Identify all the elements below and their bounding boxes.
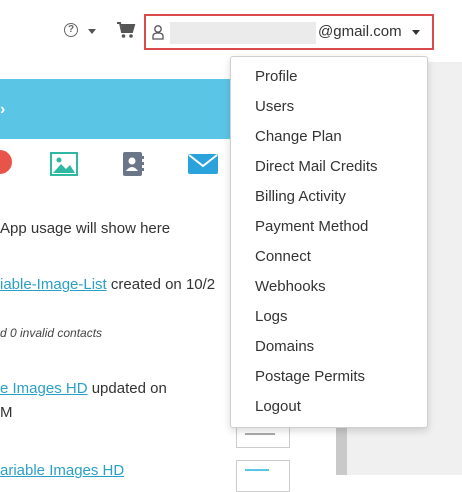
cart-icon[interactable] — [116, 21, 136, 39]
menu-item-logout[interactable]: Logout — [255, 398, 301, 415]
thumbnail-preview-2[interactable] — [236, 460, 290, 492]
activity-item-1: iable-Image-List created on 10/2 — [0, 276, 215, 293]
menu-item-direct-mail-credits[interactable]: Direct Mail Credits — [255, 158, 378, 175]
email-domain: @gmail.com — [318, 23, 402, 40]
menu-item-billing-activity[interactable]: Billing Activity — [255, 188, 346, 205]
menu-item-connect[interactable]: Connect — [255, 248, 311, 265]
activity-item-3: ariable Images HD — [0, 462, 124, 479]
account-dropdown-menu: Profile Users Change Plan Direct Mail Cr… — [230, 56, 428, 428]
mail-icon[interactable] — [188, 154, 218, 174]
account-menu-button[interactable]: @gmail.com — [144, 14, 434, 50]
activity-desc-2: updated on — [87, 380, 167, 397]
activity-link-1[interactable]: iable-Image-List — [0, 276, 107, 293]
activity-desc-1: created on 10/2 — [106, 276, 216, 293]
user-icon — [152, 25, 164, 40]
account-caret-icon — [412, 30, 420, 35]
menu-item-domains[interactable]: Domains — [255, 338, 314, 355]
help-icon[interactable]: ? — [64, 23, 78, 37]
menu-item-users[interactable]: Users — [255, 98, 294, 115]
activity-link-3[interactable]: ariable Images HD — [0, 462, 124, 479]
activity-time-2: M — [0, 404, 13, 421]
activity-item-2: e Images HD updated on — [0, 380, 167, 397]
menu-item-webhooks[interactable]: Webhooks — [255, 278, 326, 295]
usage-placeholder-text: App usage will show here — [0, 220, 171, 237]
menu-item-profile[interactable]: Profile — [255, 68, 298, 85]
menu-item-payment-method[interactable]: Payment Method — [255, 218, 368, 235]
activity-subtext-1: d 0 invalid contacts — [0, 326, 103, 340]
menu-item-logs[interactable]: Logs — [255, 308, 288, 325]
activity-link-2[interactable]: e Images HD — [0, 380, 88, 397]
help-caret-icon[interactable] — [88, 29, 96, 34]
contacts-icon[interactable] — [121, 151, 145, 177]
menu-item-change-plan[interactable]: Change Plan — [255, 128, 342, 145]
image-icon[interactable] — [50, 152, 78, 176]
menu-item-postage-permits[interactable]: Postage Permits — [255, 368, 365, 385]
band-chevron-icon: › — [0, 101, 6, 118]
email-redacted — [170, 22, 316, 44]
